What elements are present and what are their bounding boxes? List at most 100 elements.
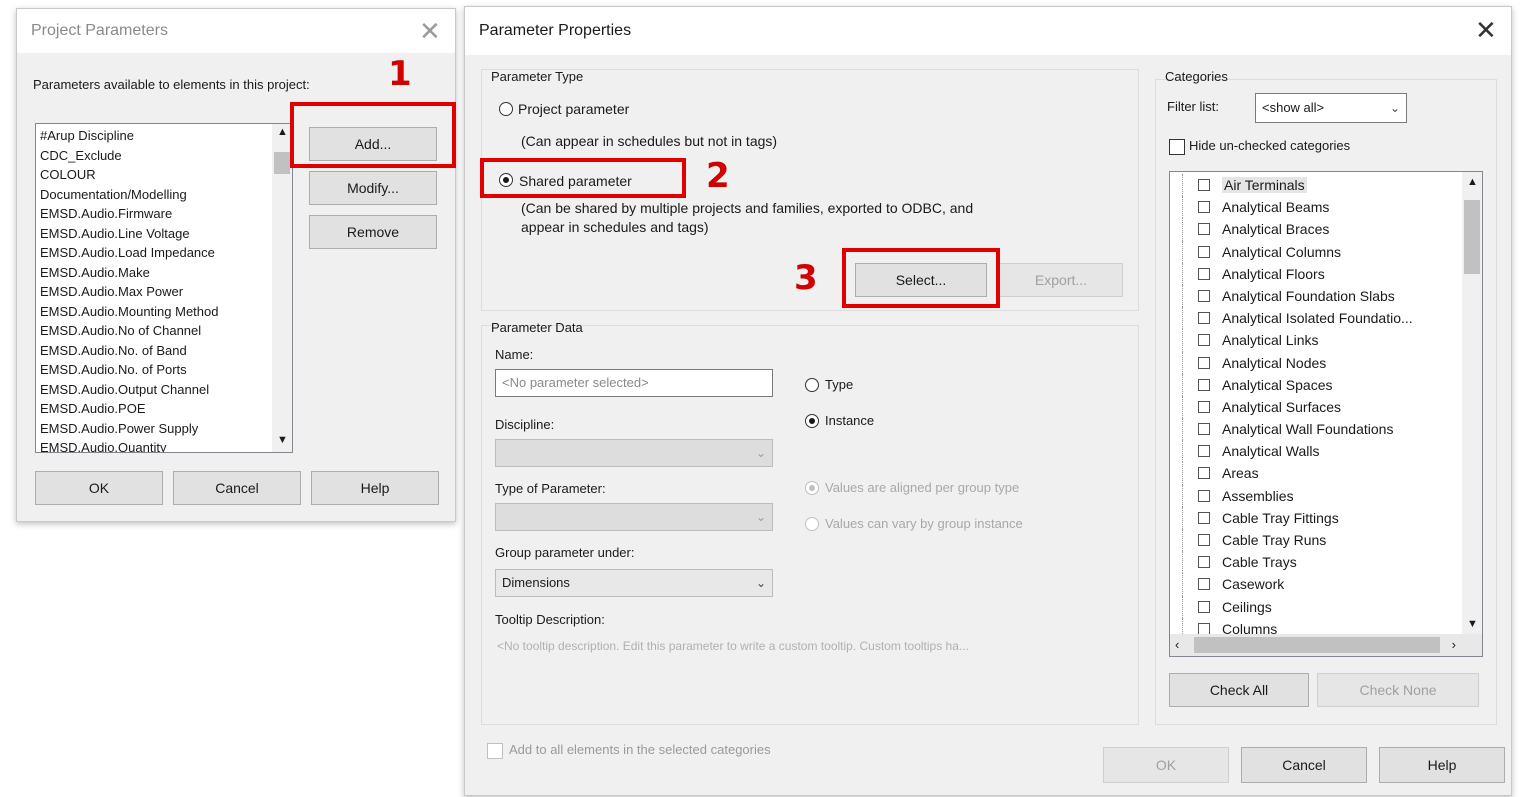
category-item[interactable]: Analytical Links — [1170, 329, 1482, 352]
category-item[interactable]: Analytical Wall Foundations — [1170, 418, 1482, 441]
cancel-button[interactable]: Cancel — [1241, 747, 1367, 783]
list-item[interactable]: EMSD.Audio.Load Impedance — [36, 243, 292, 263]
list-item[interactable]: COLOUR — [36, 165, 292, 185]
category-item[interactable]: Analytical Surfaces — [1170, 395, 1482, 419]
scroll-right-icon[interactable]: › — [1452, 637, 1456, 652]
list-item[interactable]: EMSD.Audio.Output Channel — [36, 380, 292, 400]
help-button[interactable]: Help — [311, 471, 439, 505]
list-item[interactable]: EMSD.Audio.No of Channel — [36, 321, 292, 341]
instance-radio[interactable] — [805, 414, 819, 428]
category-checkbox[interactable] — [1198, 400, 1210, 413]
categories-vertical-scrollbar[interactable]: ▲ ▼ — [1462, 172, 1482, 634]
export-button[interactable]: Export... — [999, 263, 1123, 297]
category-checkbox[interactable] — [1198, 423, 1210, 436]
category-checkbox[interactable] — [1198, 445, 1210, 458]
filter-list-dropdown[interactable]: <show all> ⌄ — [1255, 93, 1407, 123]
category-item[interactable]: Analytical Floors — [1170, 262, 1482, 285]
category-checkbox[interactable] — [1198, 378, 1210, 391]
cancel-button[interactable]: Cancel — [173, 471, 301, 505]
category-item[interactable]: Analytical Isolated Foundatio... — [1170, 307, 1482, 330]
category-item[interactable]: Analytical Spaces — [1170, 373, 1482, 396]
category-item[interactable]: Air Terminals — [1170, 174, 1482, 197]
hide-unchecked-checkbox[interactable] — [1169, 139, 1185, 155]
category-item[interactable]: Analytical Nodes — [1170, 351, 1482, 374]
check-all-button[interactable]: Check All — [1169, 673, 1309, 707]
discipline-dropdown[interactable]: ⌄ — [495, 439, 773, 467]
category-checkbox[interactable] — [1198, 201, 1210, 214]
scrollbar-thumb[interactable] — [1464, 200, 1480, 274]
parameters-list[interactable]: #Arup Discipline CDC_Exclude COLOUR Documen… — [35, 123, 293, 453]
category-item[interactable]: Casework — [1170, 573, 1482, 596]
values-vary-radio[interactable] — [805, 517, 819, 531]
ok-button[interactable]: OK — [1103, 747, 1229, 783]
category-checkbox[interactable] — [1198, 600, 1210, 613]
name-field[interactable]: <No parameter selected> — [495, 369, 773, 397]
category-checkbox[interactable] — [1198, 223, 1210, 236]
scrollbar-thumb[interactable] — [274, 152, 290, 174]
category-checkbox[interactable] — [1198, 489, 1210, 502]
list-item[interactable]: EMSD.Audio.Firmware — [36, 204, 292, 224]
scroll-left-icon[interactable]: ‹ — [1175, 637, 1179, 652]
category-checkbox[interactable] — [1198, 467, 1210, 480]
list-item[interactable]: EMSD.Audio.Power Supply — [36, 419, 292, 439]
scroll-down-icon[interactable]: ▼ — [277, 434, 288, 446]
category-item[interactable]: Cable Trays — [1170, 551, 1482, 574]
tooltip-description-text[interactable]: <No tooltip description. Edit this param… — [497, 639, 969, 653]
scroll-down-icon[interactable]: ▼ — [1467, 618, 1478, 630]
list-item[interactable]: EMSD.Audio.Quantity — [36, 438, 292, 452]
category-checkbox[interactable] — [1198, 179, 1210, 191]
category-item[interactable]: Assemblies — [1170, 484, 1482, 507]
close-icon[interactable]: ✕ — [1475, 18, 1497, 44]
list-item[interactable]: EMSD.Audio.Line Voltage — [36, 224, 292, 244]
close-icon[interactable]: ✕ — [419, 19, 441, 45]
check-none-button[interactable]: Check None — [1317, 673, 1479, 707]
type-radio[interactable] — [805, 378, 819, 392]
values-aligned-radio[interactable] — [805, 481, 819, 495]
project-parameter-radio[interactable] — [499, 102, 513, 116]
type-radio-label: Type — [825, 377, 854, 392]
parameters-list-scrollbar[interactable]: ▲ ▼ — [272, 124, 292, 452]
category-item[interactable]: Ceilings — [1170, 595, 1482, 618]
category-item[interactable]: Cable Tray Fittings — [1170, 506, 1482, 529]
list-item[interactable]: EMSD.Audio.Make — [36, 263, 292, 283]
category-checkbox[interactable] — [1198, 578, 1210, 591]
group-parameter-dropdown[interactable]: Dimensions ⌄ — [495, 569, 773, 597]
category-item[interactable]: Areas — [1170, 462, 1482, 485]
help-button[interactable]: Help — [1379, 747, 1505, 783]
modify-button[interactable]: Modify... — [309, 171, 437, 205]
list-item[interactable]: EMSD.Audio.Max Power — [36, 282, 292, 302]
category-checkbox[interactable] — [1198, 245, 1210, 258]
categories-list[interactable]: Air Terminals Analytical Beams Analytical … — [1169, 171, 1483, 657]
scroll-up-icon[interactable]: ▲ — [277, 126, 288, 138]
list-item[interactable]: EMSD.Audio.Mounting Method — [36, 302, 292, 322]
category-item[interactable]: Analytical Beams — [1170, 196, 1482, 219]
category-checkbox[interactable] — [1198, 356, 1210, 369]
list-item[interactable]: EMSD.Audio.No. of Ports — [36, 360, 292, 380]
category-checkbox[interactable] — [1198, 289, 1210, 302]
category-item[interactable]: Cable Tray Runs — [1170, 529, 1482, 552]
category-checkbox[interactable] — [1198, 312, 1210, 325]
scroll-up-icon[interactable]: ▲ — [1467, 176, 1478, 188]
category-item[interactable]: Analytical Foundation Slabs — [1170, 284, 1482, 308]
remove-button[interactable]: Remove — [309, 215, 437, 249]
categories-horizontal-scrollbar[interactable]: ‹ › — [1170, 634, 1482, 656]
scrollbar-thumb[interactable] — [1194, 637, 1440, 653]
category-checkbox[interactable] — [1198, 534, 1210, 546]
category-checkbox[interactable] — [1198, 622, 1210, 635]
category-item[interactable]: Analytical Columns — [1170, 240, 1482, 263]
category-checkbox[interactable] — [1198, 556, 1210, 569]
ok-button[interactable]: OK — [35, 471, 163, 505]
category-checkbox[interactable] — [1198, 334, 1210, 347]
category-item[interactable]: Analytical Walls — [1170, 440, 1482, 463]
list-item[interactable]: CDC_Exclude — [36, 146, 292, 166]
type-of-parameter-dropdown[interactable]: ⌄ — [495, 503, 773, 531]
category-checkbox[interactable] — [1198, 511, 1210, 524]
list-item[interactable]: Documentation/Modelling — [36, 185, 292, 205]
list-item[interactable]: EMSD.Audio.POE — [36, 399, 292, 419]
category-item[interactable]: Analytical Braces — [1170, 218, 1482, 241]
add-to-all-checkbox[interactable] — [487, 743, 503, 759]
category-checkbox[interactable] — [1198, 267, 1210, 280]
list-item[interactable]: #Arup Discipline — [36, 126, 292, 146]
category-label: Areas — [1222, 465, 1259, 482]
list-item[interactable]: EMSD.Audio.No. of Band — [36, 341, 292, 361]
